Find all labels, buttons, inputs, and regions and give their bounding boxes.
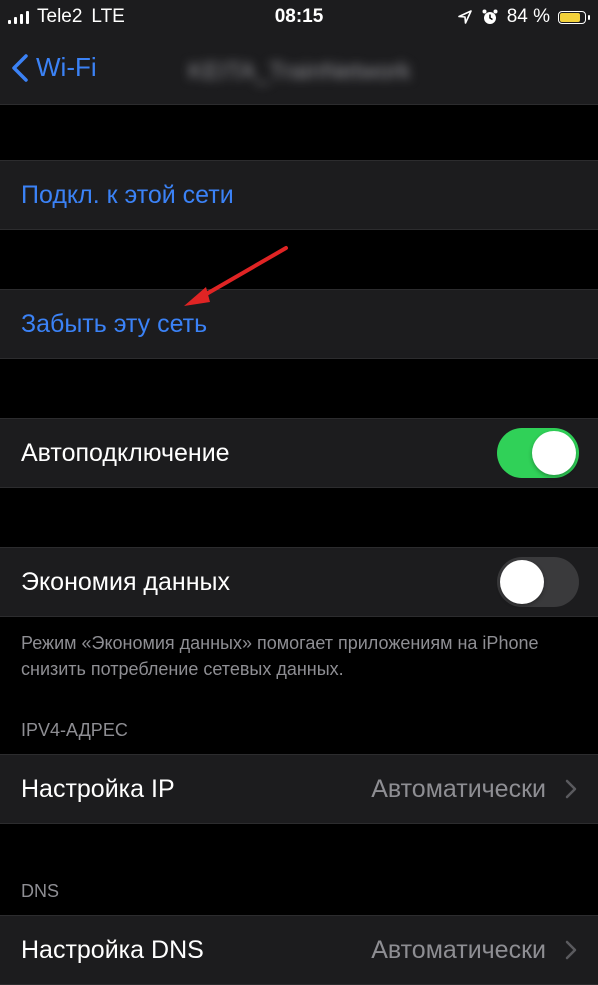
toggle-knob	[500, 560, 544, 604]
toggle-knob	[532, 431, 576, 475]
section-header-ipv4: IPV4-АДРЕС	[21, 720, 128, 740]
configure-ip-label: Настройка IP	[21, 774, 175, 803]
low-data-mode-label: Экономия данных	[21, 567, 231, 596]
forget-network-label: Забыть эту сеть	[21, 309, 208, 338]
low-data-mode-toggle[interactable]	[497, 557, 579, 607]
low-data-mode-footnote: Режим «Экономия данных» помогает приложе…	[21, 633, 539, 679]
configure-dns-value: Автоматически	[371, 935, 546, 964]
join-network-label: Подкл. к этой сети	[21, 180, 234, 209]
chevron-right-icon	[565, 779, 577, 799]
status-bar: Tele2 LTE 08:15 84 %	[0, 0, 598, 36]
chevron-left-icon	[12, 53, 28, 82]
auto-join-row: Автоподключение	[0, 418, 598, 488]
section-header-dns: DNS	[21, 881, 60, 901]
back-button[interactable]: Wi-Fi	[8, 52, 97, 83]
back-label: Wi-Fi	[36, 52, 97, 82]
location-arrow-icon	[457, 10, 472, 24]
configure-ip-value: Автоматически	[371, 774, 546, 803]
auto-join-label: Автоподключение	[21, 438, 230, 467]
annotation-arrow-icon	[184, 246, 288, 306]
chevron-right-icon	[565, 940, 577, 960]
configure-ip-row[interactable]: Настройка IP Автоматически	[0, 754, 598, 824]
low-data-mode-row: Экономия данных	[0, 547, 598, 617]
battery-level-fill	[560, 12, 581, 22]
navigation-bar: Wi-Fi KEITA_TrainNetwork	[0, 36, 598, 105]
configure-dns-label: Настройка DNS	[21, 935, 204, 964]
alarm-icon	[482, 9, 498, 24]
auto-join-toggle[interactable]	[497, 428, 579, 478]
battery-percent: 84 %	[506, 6, 550, 27]
forget-network-row[interactable]: Забыть эту сеть	[0, 289, 598, 359]
network-name-title: KEITA_TrainNetwork	[188, 58, 411, 85]
configure-dns-row[interactable]: Настройка DNS Автоматически	[0, 915, 598, 985]
join-network-row[interactable]: Подкл. к этой сети	[0, 160, 598, 230]
battery-icon	[558, 10, 590, 24]
status-right: 84 %	[457, 6, 590, 28]
